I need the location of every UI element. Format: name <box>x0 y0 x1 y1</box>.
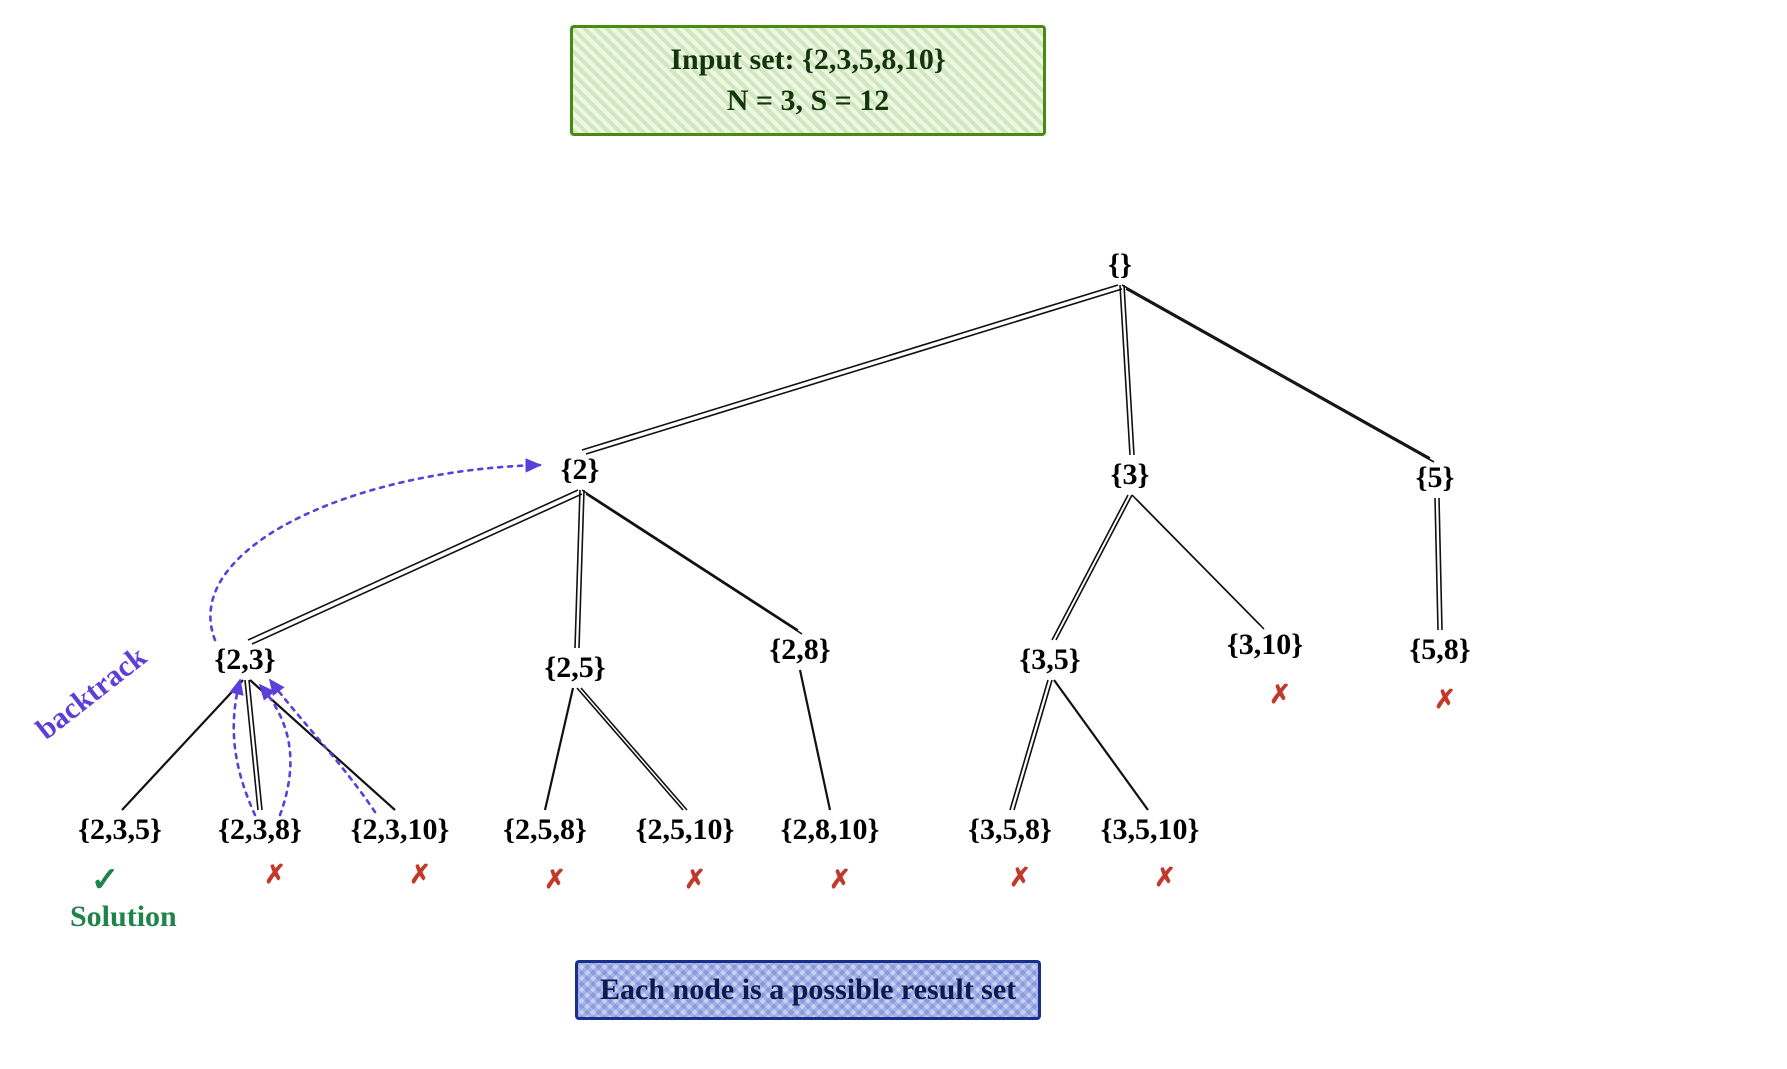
input-line2: N = 3, S = 12 <box>583 81 1033 122</box>
check-icon: ✓ <box>91 860 120 900</box>
node-2-3-10: {2,3,10} <box>351 813 450 847</box>
x-icon: ✗ <box>1154 863 1176 893</box>
node-2-5: {2,5} <box>544 651 605 685</box>
x-icon: ✗ <box>544 865 566 895</box>
node-2-8: {2,8} <box>769 633 830 667</box>
node-3-10: {3,10} <box>1227 628 1303 662</box>
x-icon: ✗ <box>409 860 431 890</box>
x-icon: ✗ <box>829 865 851 895</box>
node-2-3-8: {2,3,8} <box>218 813 302 847</box>
x-icon: ✗ <box>1434 685 1456 715</box>
node-3-5-10: {3,5,10} <box>1101 813 1200 847</box>
backtrack-label: backtrack <box>30 640 153 747</box>
x-icon: ✗ <box>684 865 706 895</box>
footer-box: Each node is a possible result set <box>575 960 1041 1020</box>
node-2-5-10: {2,5,10} <box>636 813 735 847</box>
node-2-3-5: {2,3,5} <box>78 813 162 847</box>
x-icon: ✗ <box>1269 680 1291 710</box>
node-2: {2} <box>561 453 600 487</box>
x-icon: ✗ <box>264 860 286 890</box>
node-2-5-8: {2,5,8} <box>503 813 587 847</box>
node-5: {5} <box>1416 461 1455 495</box>
node-2-8-10: {2,8,10} <box>781 813 880 847</box>
node-root: {} <box>1108 248 1132 282</box>
x-icon: ✗ <box>1009 863 1031 893</box>
node-5-8: {5,8} <box>1409 633 1470 667</box>
edges-layer <box>0 0 1787 1069</box>
input-box: Input set: {2,3,5,8,10} N = 3, S = 12 <box>570 25 1046 136</box>
input-line1: Input set: {2,3,5,8,10} <box>583 40 1033 81</box>
node-3: {3} <box>1111 458 1150 492</box>
solution-label: Solution <box>70 900 177 934</box>
node-3-5: {3,5} <box>1019 643 1080 677</box>
node-3-5-8: {3,5,8} <box>968 813 1052 847</box>
node-2-3: {2,3} <box>214 643 275 677</box>
